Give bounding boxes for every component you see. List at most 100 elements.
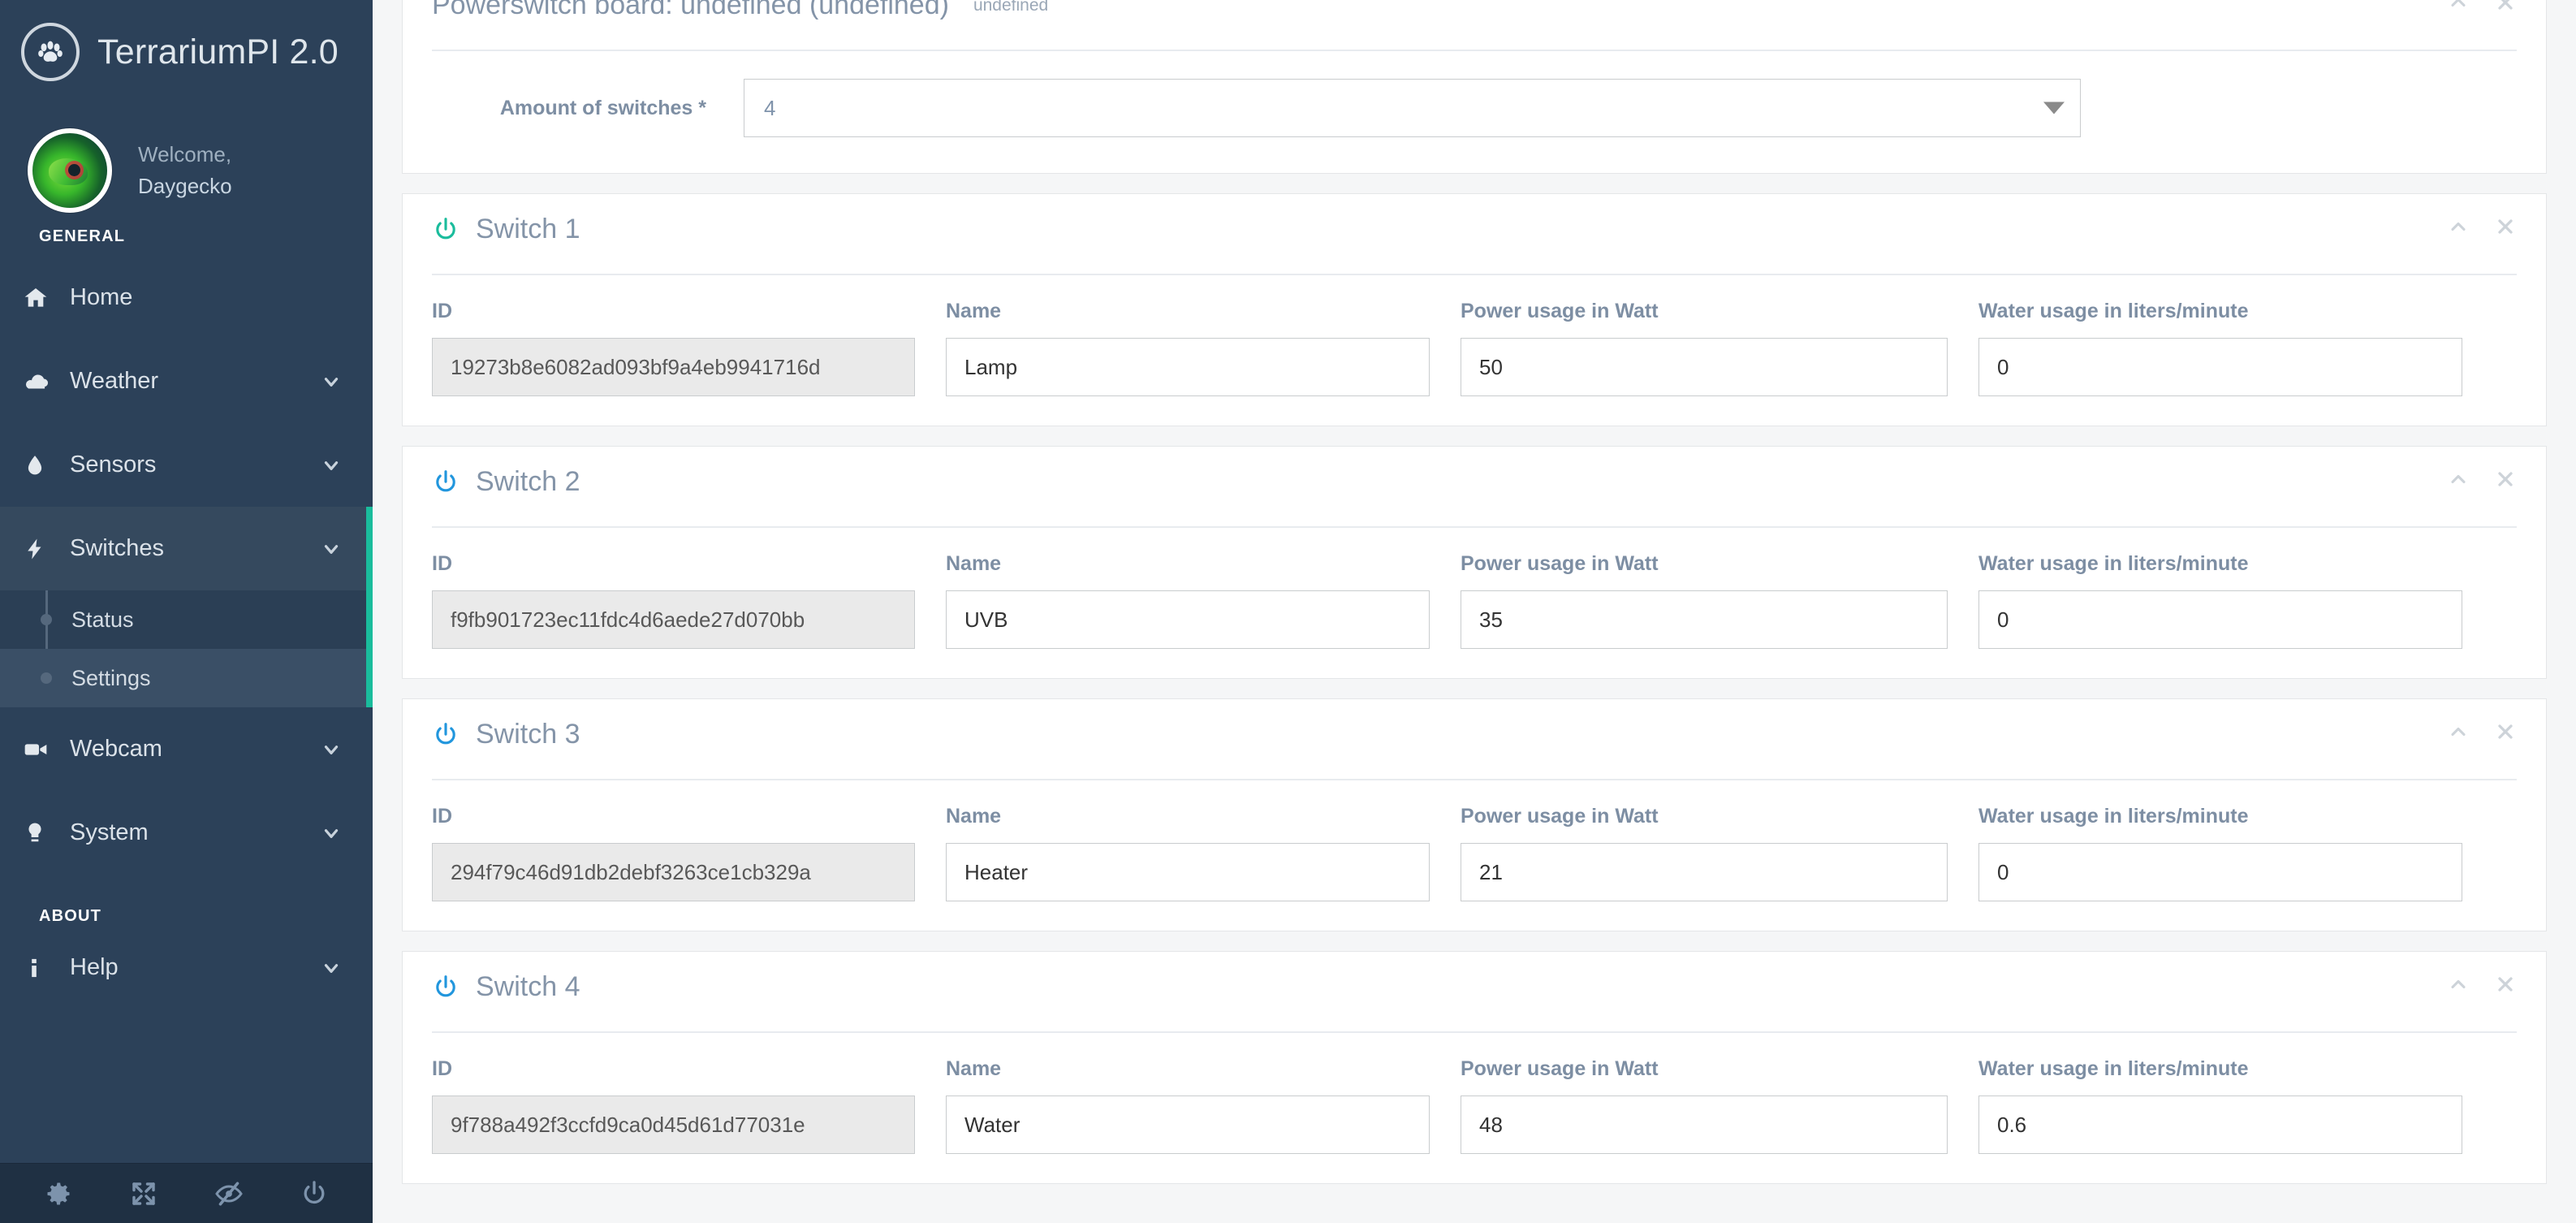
power-icon[interactable] xyxy=(300,1179,329,1208)
amount-of-switches-label: Amount of switches * xyxy=(403,97,744,120)
user-name: Daygecko xyxy=(138,174,232,199)
switch-fields: ID f9fb901723ec11fdc4d6aede27d070bb Name… xyxy=(432,552,2517,649)
power-icon[interactable] xyxy=(432,469,460,496)
field-id: ID 19273b8e6082ad093bf9a4eb9941716d xyxy=(432,300,915,396)
id-input: 294f79c46d91db2debf3263ce1cb329a xyxy=(432,843,915,901)
switch-title: Switch 2 xyxy=(476,466,580,498)
chevron-up-icon[interactable] xyxy=(2447,0,2470,14)
sidebar-item-sensors[interactable]: Sensors xyxy=(0,423,373,507)
chevron-up-icon[interactable] xyxy=(2447,720,2470,743)
amount-of-switches-row: Amount of switches * 4 xyxy=(403,51,2546,173)
power-icon[interactable] xyxy=(432,216,460,244)
chevron-down-icon[interactable] xyxy=(321,823,342,844)
power-input[interactable]: 21 xyxy=(1461,843,1948,901)
switch-panel: Switch 4 xyxy=(402,951,2547,1184)
board-panel-title-row: Powerswitch board: undefined (undefined)… xyxy=(432,0,2517,21)
eye-slash-icon[interactable] xyxy=(214,1179,244,1208)
chevron-up-icon[interactable] xyxy=(2447,973,2470,996)
switch-panel: Switch 2 xyxy=(402,446,2547,679)
field-name: Name Water xyxy=(946,1057,1430,1154)
sidebar-item-label: Switches xyxy=(70,535,321,562)
brand-title: TerrariumPI 2.0 xyxy=(97,32,339,72)
sidebar-item-settings[interactable]: Settings xyxy=(0,649,373,707)
sidebar-item-status[interactable]: Status xyxy=(0,590,373,649)
id-input: f9fb901723ec11fdc4d6aede27d070bb xyxy=(432,590,915,649)
sidebar-section-about: ABOUT xyxy=(0,875,373,926)
field-water: Water usage in liters/minute 0 xyxy=(1978,805,2462,901)
switch-panel-body: ID 9f788a492f3ccfd9ca0d45d61d77031e Name… xyxy=(403,1033,2546,1183)
switch-panel-title-row: Switch 4 xyxy=(432,971,2517,1003)
chevron-down-icon[interactable] xyxy=(321,455,342,476)
close-icon[interactable] xyxy=(2494,0,2517,14)
user-panel: Welcome, Daygecko xyxy=(0,104,373,213)
info-icon xyxy=(23,957,70,979)
power-icon[interactable] xyxy=(432,974,460,1001)
field-name: Name Lamp xyxy=(946,300,1430,396)
name-input[interactable]: Lamp xyxy=(946,338,1430,396)
field-label: Name xyxy=(946,552,1430,576)
water-input[interactable]: 0 xyxy=(1978,590,2462,649)
field-label: Water usage in liters/minute xyxy=(1978,805,2462,828)
field-power: Power usage in Watt 48 xyxy=(1461,1057,1948,1154)
field-id: ID f9fb901723ec11fdc4d6aede27d070bb xyxy=(432,552,915,649)
board-panel-header: Powerswitch board: undefined (undefined)… xyxy=(403,0,2546,35)
gear-icon[interactable] xyxy=(44,1179,73,1208)
sidebar-item-switches[interactable]: Switches xyxy=(0,507,373,590)
switch-panel-header: Switch 4 xyxy=(403,952,2546,1017)
welcome-text: Welcome, xyxy=(138,142,232,167)
paw-icon xyxy=(21,23,80,81)
name-input[interactable]: Water xyxy=(946,1096,1430,1154)
close-icon[interactable] xyxy=(2494,468,2517,490)
water-input[interactable]: 0 xyxy=(1978,338,2462,396)
field-id: ID 9f788a492f3ccfd9ca0d45d61d77031e xyxy=(432,1057,915,1154)
chevron-down-icon[interactable] xyxy=(321,371,342,392)
sidebar: TerrariumPI 2.0 Welcome, Daygecko GENERA… xyxy=(0,0,373,1223)
field-label: Name xyxy=(946,805,1430,828)
avatar[interactable] xyxy=(28,128,112,213)
chevron-down-icon[interactable] xyxy=(321,538,342,560)
sidebar-item-weather[interactable]: Weather xyxy=(0,339,373,423)
power-input[interactable]: 50 xyxy=(1461,338,1948,396)
power-icon[interactable] xyxy=(432,721,460,749)
sidebar-item-webcam[interactable]: Webcam xyxy=(0,707,373,791)
field-label: ID xyxy=(432,552,915,576)
switch-panel-header: Switch 2 xyxy=(403,447,2546,512)
bullet-icon xyxy=(41,614,52,625)
sidebar-subitem-label: Settings xyxy=(71,666,151,691)
sidebar-item-home[interactable]: Home xyxy=(0,256,373,339)
field-label: Name xyxy=(946,1057,1430,1081)
sidebar-item-label: Sensors xyxy=(70,452,321,478)
amount-of-switches-select[interactable]: 4 xyxy=(744,79,2081,137)
switch-panel-title-row: Switch 3 xyxy=(432,719,2517,750)
close-icon[interactable] xyxy=(2494,720,2517,743)
chevron-down-icon[interactable] xyxy=(321,739,342,760)
water-input[interactable]: 0.6 xyxy=(1978,1096,2462,1154)
sidebar-nav: Home Weather xyxy=(0,256,373,1009)
water-input[interactable]: 0 xyxy=(1978,843,2462,901)
chevron-up-icon[interactable] xyxy=(2447,468,2470,490)
power-input[interactable]: 35 xyxy=(1461,590,1948,649)
field-label: Power usage in Watt xyxy=(1461,300,1948,323)
board-panel-tools xyxy=(2447,0,2517,14)
expand-arrows-icon[interactable] xyxy=(129,1179,158,1208)
brand[interactable]: TerrariumPI 2.0 xyxy=(0,0,373,104)
cloud-icon xyxy=(23,368,70,395)
sidebar-item-help[interactable]: Help xyxy=(0,926,373,1009)
close-icon[interactable] xyxy=(2494,215,2517,238)
power-input[interactable]: 48 xyxy=(1461,1096,1948,1154)
name-input[interactable]: Heater xyxy=(946,843,1430,901)
field-label: Power usage in Watt xyxy=(1461,1057,1948,1081)
sidebar-item-system[interactable]: System xyxy=(0,791,373,875)
app-root: TerrariumPI 2.0 Welcome, Daygecko GENERA… xyxy=(0,0,2576,1223)
chevron-up-icon[interactable] xyxy=(2447,215,2470,238)
bullet-icon xyxy=(41,672,52,684)
close-icon[interactable] xyxy=(2494,973,2517,996)
field-label: Power usage in Watt xyxy=(1461,552,1948,576)
chevron-down-icon[interactable] xyxy=(321,957,342,979)
switch-panel-body: ID 294f79c46d91db2debf3263ce1cb329a Name… xyxy=(403,780,2546,931)
page-title: Powerswitch board: undefined (undefined) xyxy=(432,0,949,21)
name-input[interactable]: UVB xyxy=(946,590,1430,649)
switch-panel-tools xyxy=(2447,720,2517,743)
sidebar-item-label: System xyxy=(70,819,321,846)
lightbulb-icon xyxy=(23,821,70,845)
